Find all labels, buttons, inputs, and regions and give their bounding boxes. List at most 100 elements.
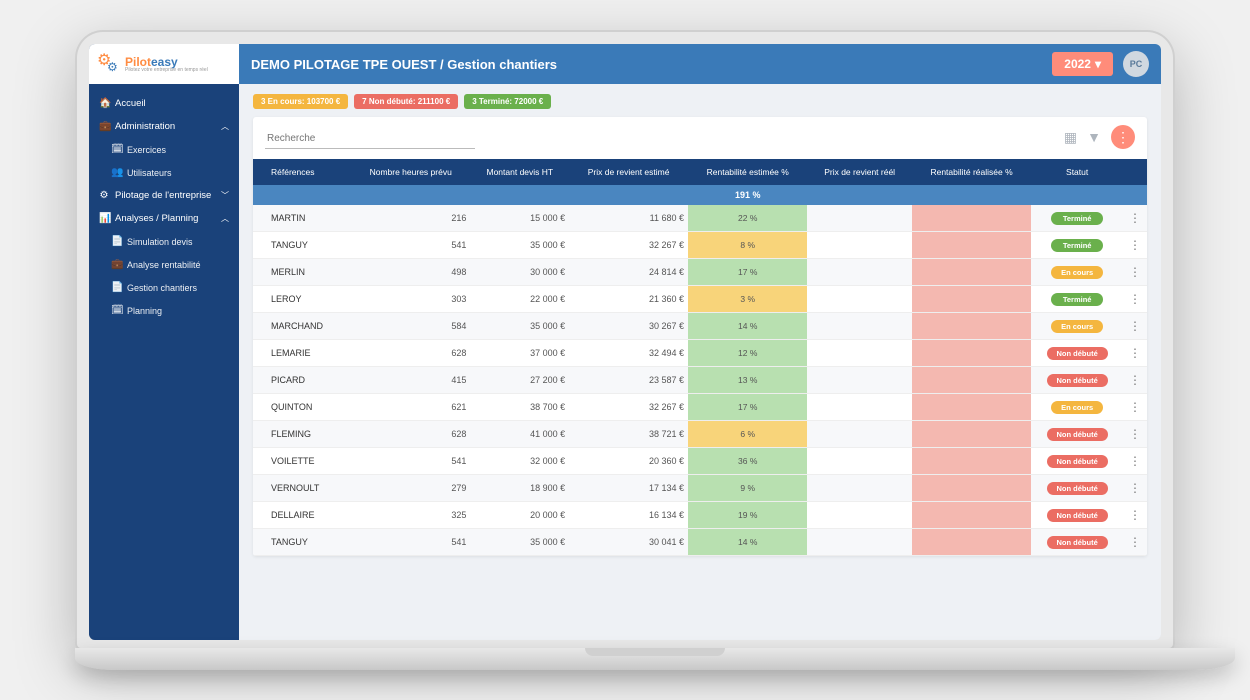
table-row[interactable]: MARTIN21615 000 €11 680 €22 %Terminé⋮	[253, 205, 1147, 232]
row-menu-button[interactable]: ⋮	[1123, 475, 1147, 502]
col-references[interactable]: Références	[253, 159, 351, 185]
table-row[interactable]: MERLIN49830 000 €24 814 €17 %En cours⋮	[253, 259, 1147, 286]
nav-label: Exercices	[127, 145, 166, 155]
status-badge: Non débuté	[1047, 509, 1108, 522]
row-menu-button[interactable]: ⋮	[1123, 502, 1147, 529]
row-menu-button[interactable]: ⋮	[1123, 286, 1147, 313]
caret-down-icon: ▾	[1095, 57, 1101, 71]
row-menu-button[interactable]: ⋮	[1123, 394, 1147, 421]
chevron-down-icon: ﹀	[221, 190, 229, 201]
row-menu-button[interactable]: ⋮	[1123, 232, 1147, 259]
nav-administration[interactable]: 💼Administration︿	[89, 115, 239, 138]
col-devis[interactable]: Montant devis HT	[470, 159, 569, 185]
grid-icon[interactable]: ▦	[1064, 129, 1077, 146]
cell-rent-est: 13 %	[688, 367, 807, 394]
table-row[interactable]: FLEMING62841 000 €38 721 €6 %Non débuté⋮	[253, 421, 1147, 448]
year-selector[interactable]: 2022▾	[1052, 52, 1113, 76]
cell-statut: Non débuté	[1031, 448, 1123, 475]
table-row[interactable]: LEMARIE62837 000 €32 494 €12 %Non débuté…	[253, 340, 1147, 367]
nav-label: Simulation devis	[127, 237, 193, 247]
pill-en-cours[interactable]: 3 En cours: 103700 €	[253, 94, 348, 109]
table-row[interactable]: LEROY30322 000 €21 360 €3 %Terminé⋮	[253, 286, 1147, 313]
cell-ref: MARTIN	[253, 205, 351, 232]
pill-termine[interactable]: 3 Terminé: 72000 €	[464, 94, 551, 109]
cell-prix-est: 38 721 €	[569, 421, 688, 448]
calendar-icon: 🗓	[111, 144, 121, 155]
row-menu-button[interactable]: ⋮	[1123, 313, 1147, 340]
cell-rent-est: 12 %	[688, 340, 807, 367]
status-badge: Non débuté	[1047, 482, 1108, 495]
nav-analyses[interactable]: 📊Analyses / Planning︿	[89, 207, 239, 230]
table-row[interactable]: PICARD41527 200 €23 587 €13 %Non débuté⋮	[253, 367, 1147, 394]
status-badge: Terminé	[1051, 239, 1103, 252]
cell-rent-reel	[912, 448, 1031, 475]
cell-hrs: 415	[351, 367, 470, 394]
cell-ref: TANGUY	[253, 232, 351, 259]
cell-rent-reel	[912, 259, 1031, 286]
table-row[interactable]: DELLAIRE32520 000 €16 134 €19 %Non début…	[253, 502, 1147, 529]
col-statut[interactable]: Statut	[1031, 159, 1123, 185]
pill-non-debute[interactable]: 7 Non débuté: 211100 €	[354, 94, 458, 109]
col-rent-estimee[interactable]: Rentabilité estimée %	[688, 159, 807, 185]
row-menu-button[interactable]: ⋮	[1123, 421, 1147, 448]
row-menu-button[interactable]: ⋮	[1123, 205, 1147, 232]
cell-prix-reel	[807, 448, 911, 475]
col-prix-reel[interactable]: Prix de revient réél	[807, 159, 911, 185]
row-menu-button[interactable]: ⋮	[1123, 340, 1147, 367]
cell-rent-reel	[912, 475, 1031, 502]
col-heures[interactable]: Nombre heures prévu	[351, 159, 470, 185]
cell-devis: 27 200 €	[470, 367, 569, 394]
status-badge: Terminé	[1051, 212, 1103, 225]
row-menu-button[interactable]: ⋮	[1123, 529, 1147, 556]
nav-simulation-devis[interactable]: 📄 Simulation devis	[89, 230, 239, 253]
cell-statut: Non débuté	[1031, 340, 1123, 367]
row-menu-button[interactable]: ⋮	[1123, 367, 1147, 394]
row-menu-button[interactable]: ⋮	[1123, 448, 1147, 475]
col-prix-estime[interactable]: Prix de revient estimé	[569, 159, 688, 185]
cell-rent-reel	[912, 205, 1031, 232]
cell-prix-est: 21 360 €	[569, 286, 688, 313]
nav-label: Analyse rentabilité	[127, 260, 201, 270]
cell-statut: Terminé	[1031, 232, 1123, 259]
cell-prix-reel	[807, 502, 911, 529]
doc-icon: 📄	[111, 282, 121, 293]
nav-gestion-chantiers[interactable]: 📄Gestion chantiers	[89, 276, 239, 299]
nav-analyse-rentabilite[interactable]: 💼Analyse rentabilité	[89, 253, 239, 276]
cell-rent-reel	[912, 340, 1031, 367]
cell-statut: Terminé	[1031, 286, 1123, 313]
laptop-base	[75, 648, 1235, 670]
table-row[interactable]: VERNOULT27918 900 €17 134 €9 %Non débuté…	[253, 475, 1147, 502]
cell-prix-est: 16 134 €	[569, 502, 688, 529]
cell-hrs: 584	[351, 313, 470, 340]
more-actions-button[interactable]: ⋮	[1111, 125, 1135, 149]
filter-icon[interactable]: ▼	[1087, 129, 1101, 145]
cell-devis: 35 000 €	[470, 529, 569, 556]
nav-exercices[interactable]: 🗓 Exercices	[89, 138, 239, 161]
status-badge: Non débuté	[1047, 347, 1108, 360]
cell-rent-est: 14 %	[688, 313, 807, 340]
cell-devis: 35 000 €	[470, 313, 569, 340]
col-rent-realisee[interactable]: Rentabilité réalisée %	[912, 159, 1031, 185]
nav-utilisateurs[interactable]: 👥Utilisateurs	[89, 161, 239, 184]
table-row[interactable]: MARCHAND58435 000 €30 267 €14 %En cours⋮	[253, 313, 1147, 340]
table-row[interactable]: VOILETTE54132 000 €20 360 €36 %Non début…	[253, 448, 1147, 475]
row-menu-button[interactable]: ⋮	[1123, 259, 1147, 286]
avatar[interactable]: PC	[1123, 51, 1149, 77]
cell-prix-reel	[807, 421, 911, 448]
cell-rent-est: 6 %	[688, 421, 807, 448]
cell-rent-reel	[912, 394, 1031, 421]
cell-prix-est: 32 494 €	[569, 340, 688, 367]
table-row[interactable]: QUINTON62138 700 €32 267 €17 %En cours⋮	[253, 394, 1147, 421]
cell-hrs: 628	[351, 421, 470, 448]
search-input[interactable]	[265, 129, 475, 149]
nav-accueil[interactable]: 🏠Accueil	[89, 92, 239, 115]
doc-icon: 📄	[111, 236, 121, 247]
cell-rent-est: 17 %	[688, 259, 807, 286]
logo[interactable]: Piloteasy Pilotez votre entreprise en te…	[89, 44, 239, 84]
nav-planning[interactable]: 🗓Planning	[89, 299, 239, 322]
cell-rent-reel	[912, 232, 1031, 259]
table-row[interactable]: TANGUY54135 000 €30 041 €14 %Non débuté⋮	[253, 529, 1147, 556]
cell-statut: Non débuté	[1031, 502, 1123, 529]
nav-pilotage[interactable]: ⚙Pilotage de l'entreprise﹀	[89, 184, 239, 207]
table-row[interactable]: TANGUY54135 000 €32 267 €8 %Terminé⋮	[253, 232, 1147, 259]
